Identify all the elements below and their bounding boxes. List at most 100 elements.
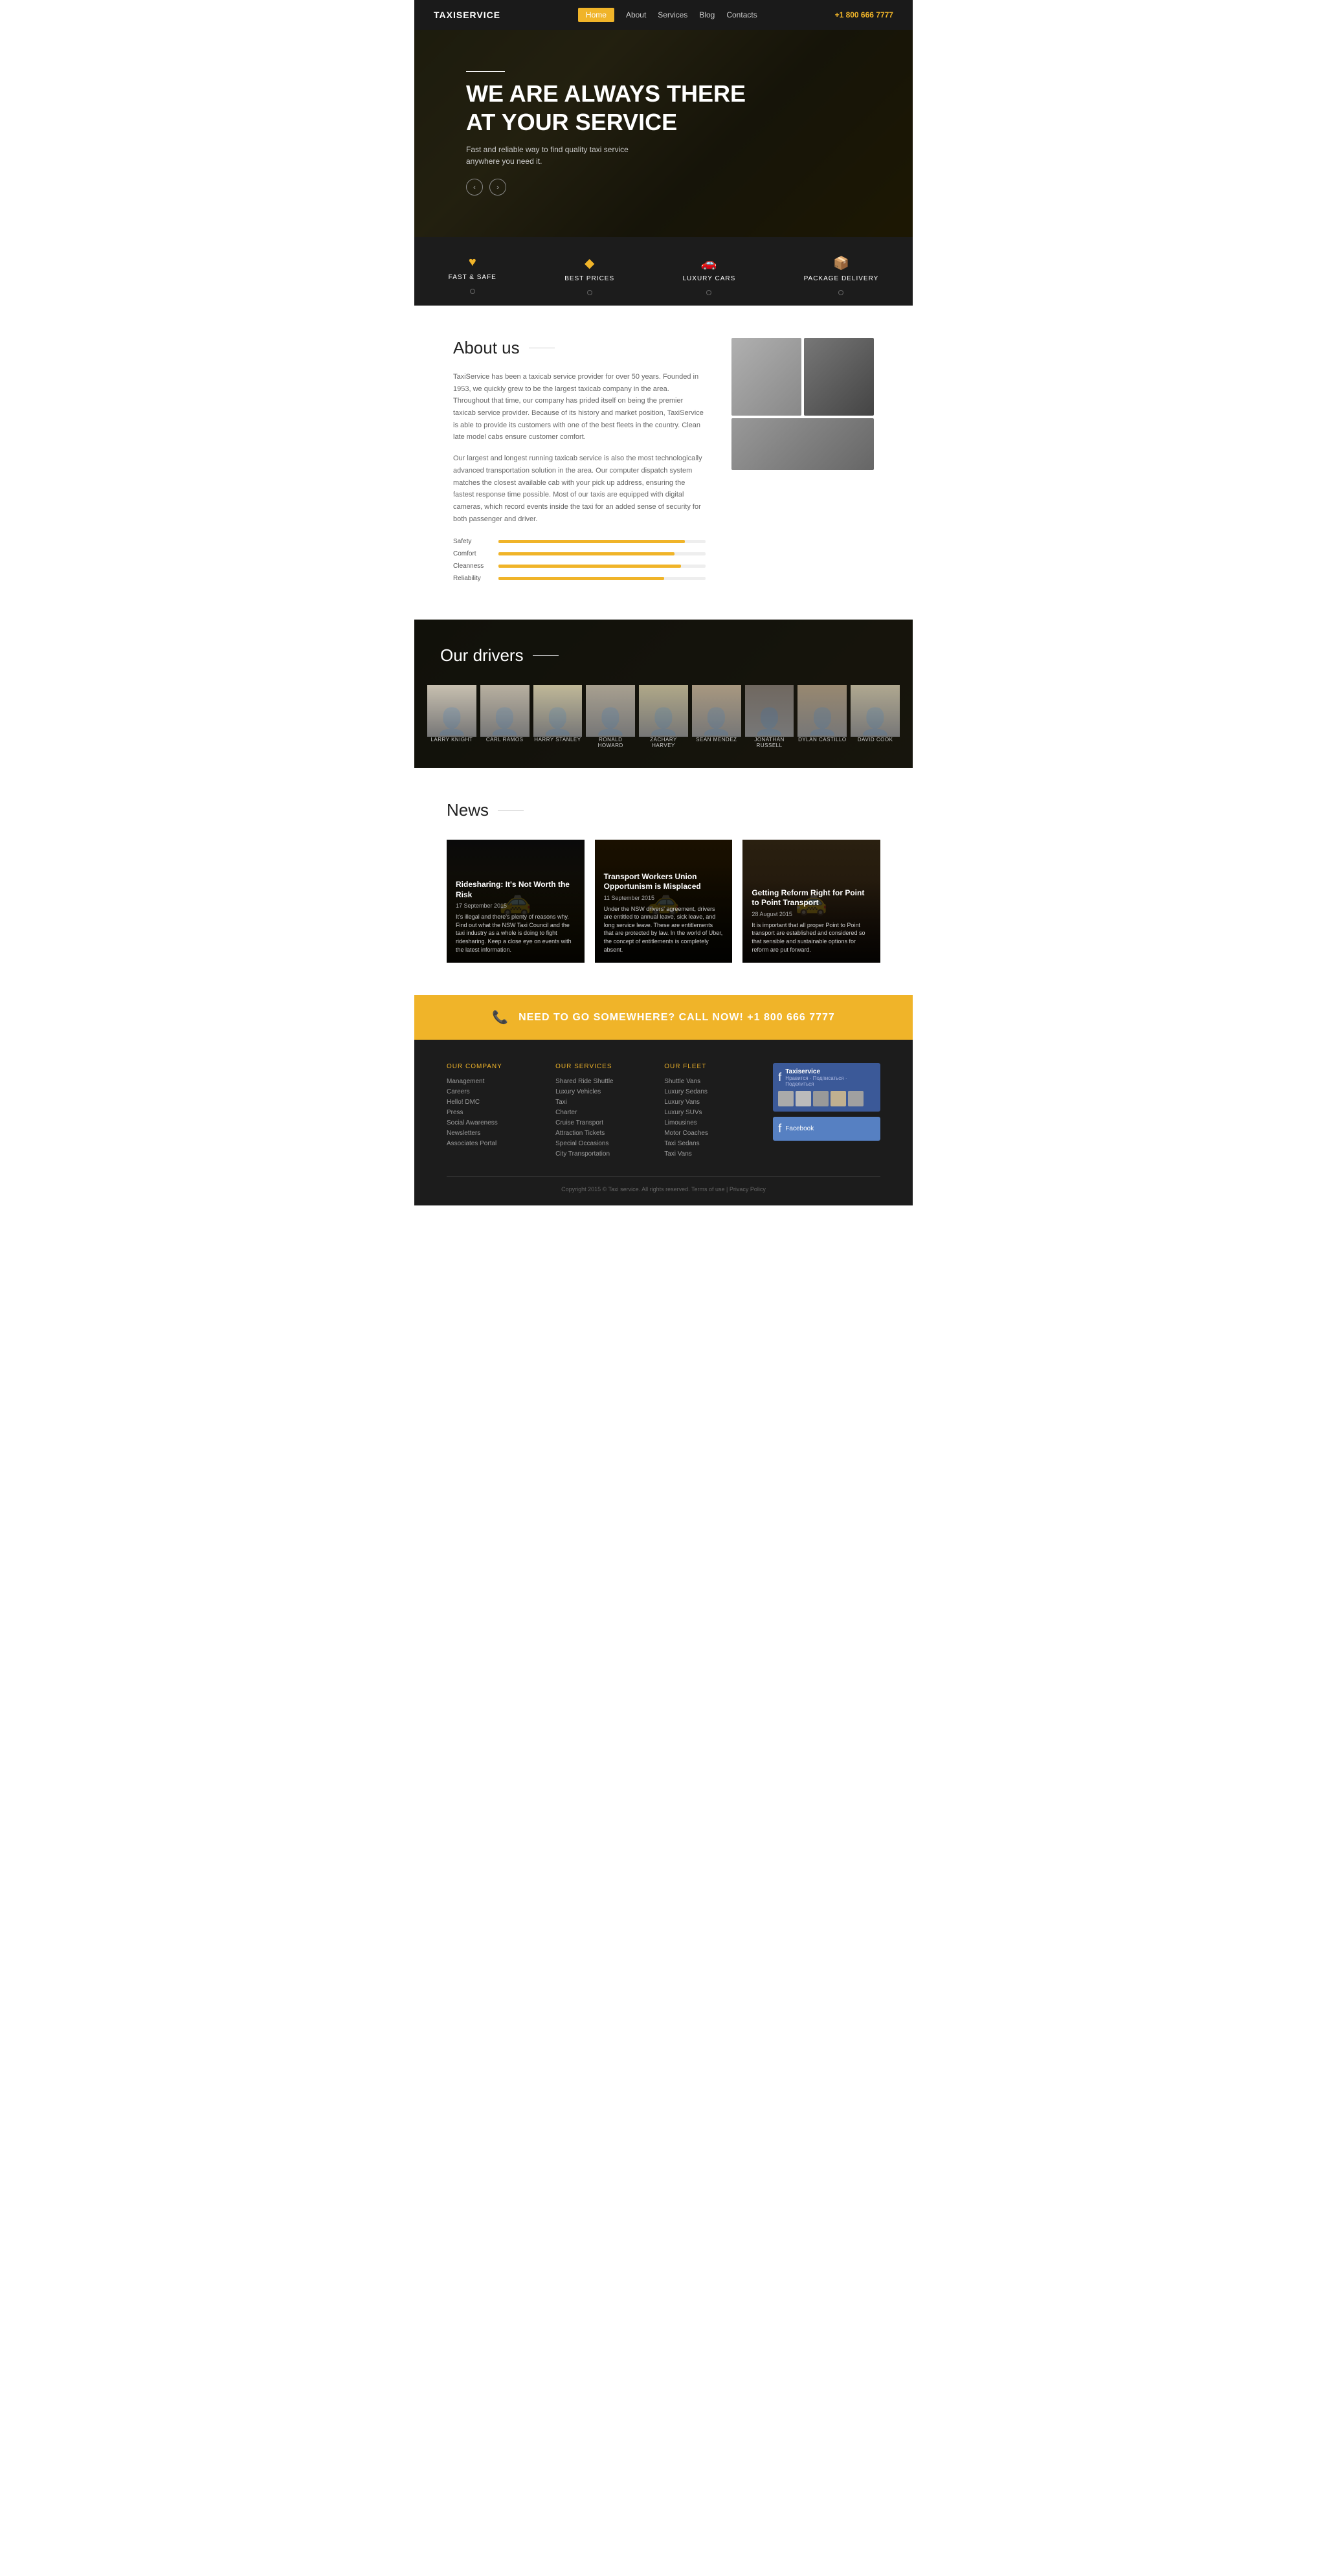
hero-section: WE ARE ALWAYS THERE AT YOUR SERVICE Fast… [414,30,913,237]
prev-arrow[interactable]: ‹ [466,179,483,196]
footer-fleet-link[interactable]: Limousines [664,1119,753,1126]
news-body-1: Under the NSW drivers' agreement, driver… [604,905,724,954]
nav-contacts[interactable]: Contacts [726,10,757,19]
footer-services-link[interactable]: Cruise Transport [555,1119,645,1126]
driver-name-7: DYLAN CASTILLO [797,737,847,743]
footer-services-link[interactable]: Shared Ride Shuttle [555,1078,645,1085]
driver-photo-5: 👤 [692,685,741,737]
footer-company-link[interactable]: Careers [447,1088,536,1095]
about-left: About us TaxiService has been a taxicab … [453,338,706,587]
driver-photo-6: 👤 [745,685,794,737]
footer-fleet-link[interactable]: Luxury SUVs [664,1109,753,1116]
news-section: News 🚕 Ridesharing: It's Not Worth the R… [414,768,913,995]
news-card[interactable]: 🚕 Getting Reform Right for Point to Poin… [742,840,880,963]
news-overlay-0: Ridesharing: It's Not Worth the Risk 17 … [447,871,585,963]
footer-fleet-title: OUR FLEET [664,1063,753,1070]
footer-services-col: OUR SERVICES Shared Ride Shuttle Luxury V… [555,1063,645,1161]
navigation: Home About Services Blog Contacts [578,8,757,22]
about-section: About us TaxiService has been a taxicab … [414,306,913,620]
fb-faces [778,1091,875,1106]
footer-company-link[interactable]: Newsletters [447,1130,536,1137]
skill-bar-safety [498,540,685,543]
footer-fleet-link[interactable]: Taxi Sedans [664,1140,753,1147]
news-body-2: It is important that all proper Point to… [752,921,871,954]
facebook-widget-1[interactable]: f Taxiservice Нравится · Подписаться · П… [773,1063,880,1112]
news-grid: 🚕 Ridesharing: It's Not Worth the Risk 1… [447,840,880,963]
fb-page-sub: Нравится · Подписаться · Поделиться [785,1075,875,1087]
driver-item: 👤 SEAN MENDEZ [692,685,741,748]
news-headline-2: Getting Reform Right for Point to Point … [752,888,871,908]
feature-dot-2 [587,290,592,295]
about-title: About us [453,338,706,358]
news-card[interactable]: 🚕 Transport Workers Union Opportunism is… [595,840,733,963]
fb-face-5 [848,1091,864,1106]
footer-company-link[interactable]: Press [447,1109,536,1116]
hero-content: WE ARE ALWAYS THERE AT YOUR SERVICE Fast… [466,71,746,195]
skill-bar-cleanness [498,565,681,568]
skill-bar-comfort [498,552,675,555]
skills-section: Safety Comfort Cleanness Reliability [453,538,706,582]
hero-subtitle: Fast and reliable way to find quality ta… [466,144,634,167]
footer-services-link[interactable]: Charter [555,1109,645,1116]
footer-fleet-link[interactable]: Motor Coaches [664,1130,753,1137]
skill-bar-bg-safety [498,540,706,543]
facebook-widget-2[interactable]: f Facebook [773,1117,880,1141]
next-arrow[interactable]: › [489,179,506,196]
about-image-3 [731,418,874,470]
nav-services[interactable]: Services [658,10,687,19]
about-text-1: TaxiService has been a taxicab service p… [453,371,706,443]
feature-dot-3 [706,290,711,295]
news-card[interactable]: 🚕 Ridesharing: It's Not Worth the Risk 1… [447,840,585,963]
cta-text: NEED TO GO SOMEWHERE? CALL NOW! +1 800 6… [519,1012,835,1024]
car-icon: 🚗 [701,255,717,271]
footer-services-link[interactable]: Luxury Vehicles [555,1088,645,1095]
driver-item: 👤 DYLAN CASTILLO [797,685,847,748]
phone-icon: 📞 [492,1009,508,1025]
footer-fleet-link[interactable]: Shuttle Vans [664,1078,753,1085]
logo: TAXISERVICE [434,10,500,20]
footer-fleet-link[interactable]: Luxury Sedans [664,1088,753,1095]
footer-company-link[interactable]: Hello! DMC [447,1099,536,1106]
footer-services-link[interactable]: City Transportation [555,1150,645,1158]
footer-company-link[interactable]: Management [447,1078,536,1085]
about-text-2: Our largest and longest running taxicab … [453,453,706,525]
about-image-2 [804,338,874,416]
skill-label-comfort: Comfort [453,550,492,557]
nav-blog[interactable]: Blog [699,10,715,19]
footer-fleet-link[interactable]: Taxi Vans [664,1150,753,1158]
footer-company-link[interactable]: Associates Portal [447,1140,536,1147]
footer-top: OUR COMPANY Management Careers Hello! DMC P… [447,1063,880,1161]
footer-company-link[interactable]: Social Awareness [447,1119,536,1126]
feature-fast-safe: ♥ FAST & SAFE [449,255,496,294]
heart-icon: ♥ [469,255,476,270]
driver-name-4: ZACHARY HARVEY [639,737,688,748]
cta-banner: 📞 NEED TO GO SOMEWHERE? CALL NOW! +1 800… [414,995,913,1040]
footer-services-title: OUR SERVICES [555,1063,645,1070]
nav-about[interactable]: About [626,10,646,19]
feature-dot-1 [470,289,475,294]
footer-services-link[interactable]: Taxi [555,1099,645,1106]
driver-name-8: DAVID COOK [851,737,900,743]
fb-header: f Taxiservice Нравится · Подписаться · П… [778,1068,875,1087]
driver-photo-3: 👤 [586,685,635,737]
driver-name-5: SEAN MENDEZ [692,737,741,743]
driver-photo-7: 👤 [797,685,847,737]
feature-package-delivery: 📦 PACKAGE DELIVERY [804,255,879,295]
driver-item: 👤 RONALD HOWARD [586,685,635,748]
footer-services-link[interactable]: Special Occasions [555,1140,645,1147]
news-overlay-1: Transport Workers Union Opportunism is M… [595,863,733,963]
about-right [731,338,874,587]
about-image-1 [731,338,801,416]
footer-company-title: OUR COMPANY [447,1063,536,1070]
feature-best-prices: ◆ BEST PRICES [564,255,614,295]
nav-home[interactable]: Home [578,8,614,22]
header-phone: +1 800 666 7777 [835,10,893,19]
news-date-0: 17 September 2015 [456,902,575,909]
footer-services-link[interactable]: Attraction Tickets [555,1130,645,1137]
footer-social-col: f Taxiservice Нравится · Подписаться · П… [773,1063,880,1161]
driver-name-6: JONATHAN RUSSELL [745,737,794,748]
header: TAXISERVICE Home About Services Blog Con… [414,0,913,30]
driver-item: 👤 JONATHAN RUSSELL [745,685,794,748]
copyright-text: Copyright 2015 © Taxi service. All right… [561,1186,766,1193]
footer-fleet-link[interactable]: Luxury Vans [664,1099,753,1106]
